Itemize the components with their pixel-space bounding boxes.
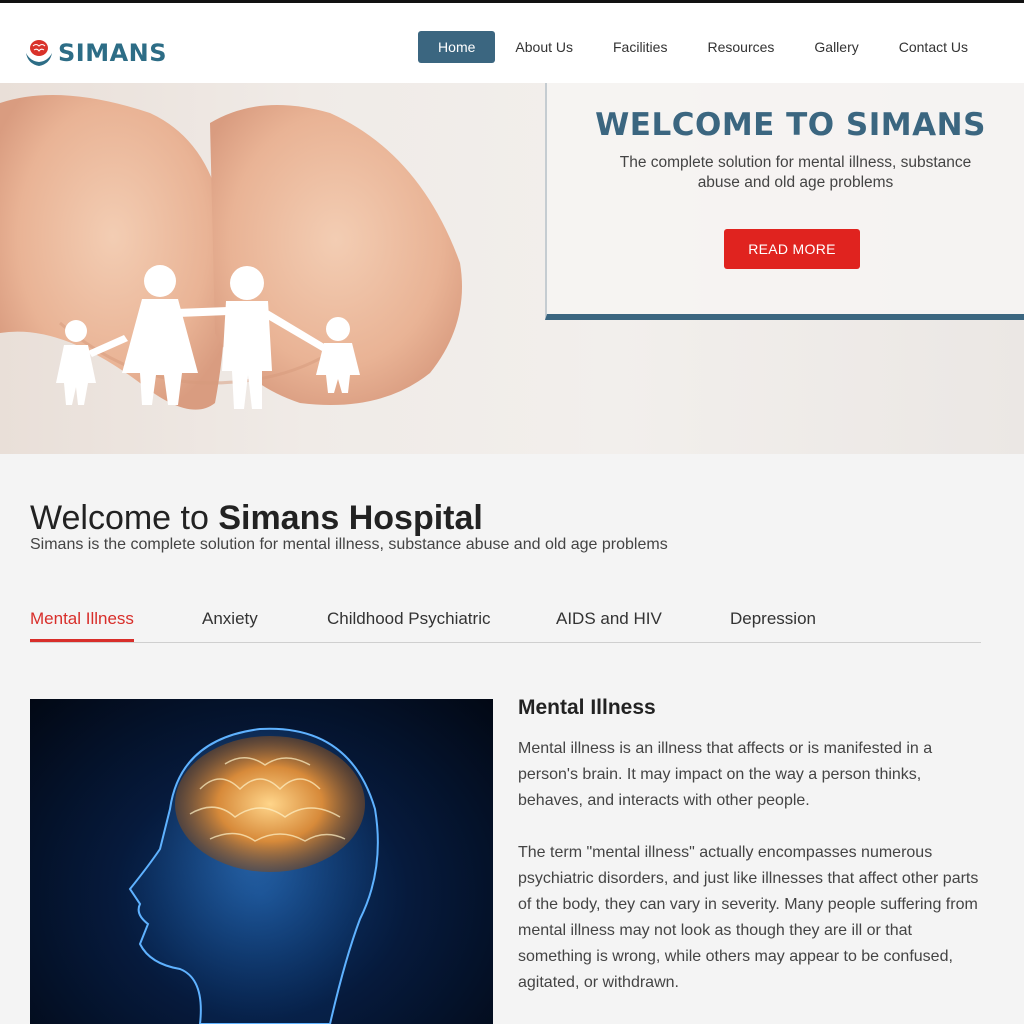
- nav-about-us[interactable]: About Us: [495, 31, 593, 63]
- tab-aids-and-hiv[interactable]: AIDS and HIV: [556, 604, 662, 642]
- article-heading: Mental Illness: [518, 696, 656, 719]
- hero-subtitle: The complete solution for mental illness…: [619, 154, 972, 191]
- page-title: Welcome to Simans Hospital: [30, 498, 668, 538]
- main-nav: Home About Us Facilities Resources Galle…: [418, 31, 988, 63]
- hero-card: WELCOME TO SIMANS The complete solution …: [545, 83, 1024, 320]
- read-more-button[interactable]: READ MORE: [724, 229, 860, 269]
- hero-banner: WELCOME TO SIMANS The complete solution …: [0, 83, 1024, 454]
- site-header: SIMANS Home About Us Facilities Resource…: [0, 3, 1024, 83]
- tab-mental-illness[interactable]: Mental Illness: [30, 604, 134, 642]
- tab-childhood-psychiatric[interactable]: Childhood Psychiatric: [327, 604, 490, 642]
- tab-depression[interactable]: Depression: [730, 604, 816, 642]
- hands-holding-family-icon: [0, 95, 462, 410]
- nav-resources[interactable]: Resources: [687, 31, 794, 63]
- page-title-plain: Welcome to: [30, 499, 219, 537]
- logo-text: SIMANS: [58, 39, 168, 67]
- logo[interactable]: SIMANS: [24, 37, 167, 69]
- tab-anxiety[interactable]: Anxiety: [202, 604, 258, 642]
- intro-section: Welcome to Simans Hospital Simans is the…: [30, 498, 668, 554]
- article-paragraph-2: The term "mental illness" actually encom…: [518, 844, 979, 991]
- page-subtitle: Simans is the complete solution for ment…: [30, 536, 668, 553]
- page-title-bold: Simans Hospital: [218, 499, 483, 537]
- article-image: [30, 699, 493, 1024]
- nav-home[interactable]: Home: [418, 31, 496, 63]
- topic-tabs: Mental Illness Anxiety Childhood Psychia…: [30, 604, 981, 643]
- hero-title: WELCOME TO SIMANS: [595, 107, 986, 143]
- nav-contact-us[interactable]: Contact Us: [879, 31, 988, 63]
- glowing-brain-head-icon: [128, 727, 379, 1024]
- nav-gallery[interactable]: Gallery: [794, 31, 878, 63]
- nav-facilities[interactable]: Facilities: [593, 31, 687, 63]
- article-paragraph-1: Mental illness is an illness that affect…: [518, 740, 933, 809]
- brain-hands-logo-icon: [26, 40, 52, 66]
- article-content: Mental Illness Mental illness is an illn…: [518, 694, 988, 996]
